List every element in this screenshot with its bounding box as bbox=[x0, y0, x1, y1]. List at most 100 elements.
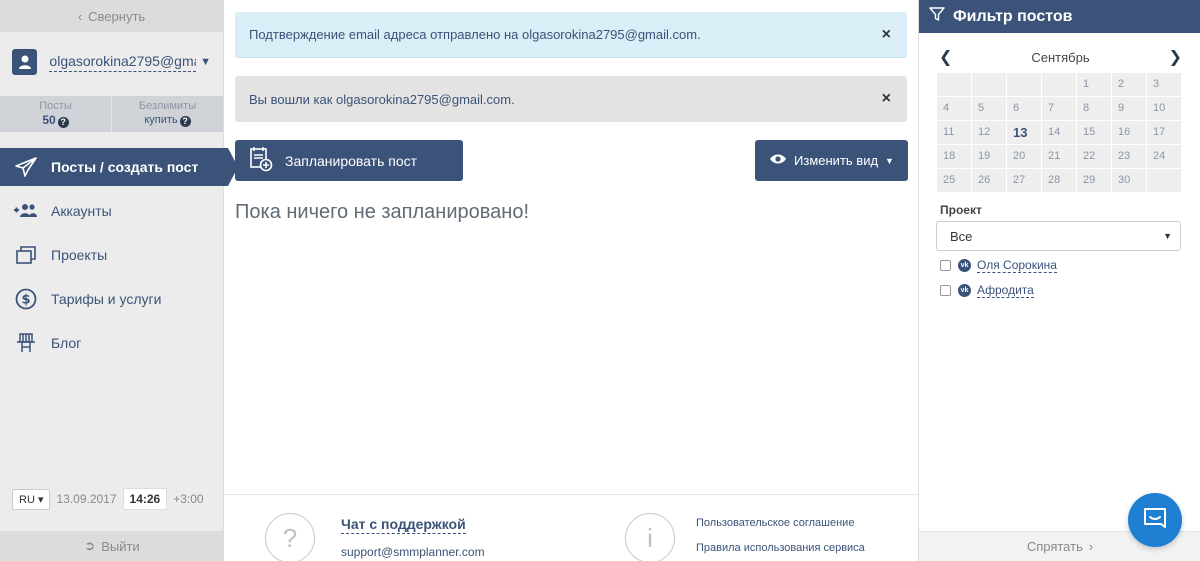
collapse-button[interactable]: ‹ Свернуть bbox=[0, 0, 223, 32]
nav-label: Блог bbox=[51, 335, 82, 351]
calendar-day bbox=[972, 73, 1006, 96]
calendar-day bbox=[1147, 169, 1181, 192]
question-icon[interactable]: ? bbox=[179, 116, 191, 127]
calendar-day[interactable]: 3 bbox=[1147, 73, 1181, 96]
support-email-link[interactable]: support@smmplanner.com bbox=[341, 545, 485, 559]
stat-unlimited[interactable]: Безлимиты купить? bbox=[111, 96, 223, 132]
account-filter-item[interactable]: vk Оля Сорокина bbox=[940, 258, 1057, 273]
calendar-day[interactable]: 26 bbox=[972, 169, 1006, 192]
calendar-day[interactable]: 19 bbox=[972, 145, 1006, 168]
calendar-day[interactable]: 17 bbox=[1147, 121, 1181, 144]
user-avatar-icon bbox=[12, 49, 38, 75]
buy-link[interactable]: купить bbox=[144, 114, 177, 126]
stat-unlimited-label: Безлимиты bbox=[138, 100, 197, 112]
calendar-add-icon bbox=[249, 146, 273, 175]
chat-widget-button[interactable] bbox=[1128, 493, 1182, 547]
service-rules-link[interactable]: Правила использования сервиса bbox=[696, 542, 865, 554]
stat-posts[interactable]: Посты 50? bbox=[0, 96, 111, 132]
question-icon[interactable]: ? bbox=[57, 117, 69, 128]
alert-text: Вы вошли как olgasorokina2795@gmail.com. bbox=[249, 91, 515, 107]
caret-down-icon: ▼ bbox=[885, 155, 894, 166]
account-filter-item[interactable]: vk Афродита bbox=[940, 283, 1034, 298]
calendar-day[interactable]: 10 bbox=[1147, 97, 1181, 120]
account-name[interactable]: Оля Сорокина bbox=[977, 258, 1057, 273]
calendar-grid: 1 2 3 4 5 6 7 8 9 10 11 12 13 14 15 16 17 18 19 20 21 22 23 24 2… bbox=[937, 73, 1182, 192]
logout-icon: ➲ bbox=[84, 538, 96, 553]
calendar-day[interactable]: 11 bbox=[937, 121, 971, 144]
project-select-value: Все bbox=[950, 228, 973, 244]
filter-icon bbox=[929, 6, 945, 27]
calendar-day[interactable]: 9 bbox=[1112, 97, 1146, 120]
stat-posts-value: 50 bbox=[42, 113, 56, 127]
calendar-day[interactable]: 12 bbox=[972, 121, 1006, 144]
language-select[interactable]: RU ▾ bbox=[12, 488, 51, 510]
logout-button[interactable]: ➲ Выйти bbox=[0, 531, 224, 561]
nav-item-accounts[interactable]: Аккаунты bbox=[0, 192, 223, 230]
calendar-day[interactable]: 24 bbox=[1147, 145, 1181, 168]
language-value: RU bbox=[19, 493, 35, 506]
alert-text: Подтверждение email адреса отправлено на… bbox=[249, 27, 701, 42]
folders-icon bbox=[14, 243, 38, 267]
account-checkbox[interactable] bbox=[940, 260, 951, 271]
close-icon[interactable]: × bbox=[882, 26, 891, 44]
question-circle-icon: ? bbox=[265, 513, 315, 561]
schedule-post-button[interactable]: Запланировать пост bbox=[235, 140, 463, 181]
account-checkbox[interactable] bbox=[940, 285, 951, 296]
calendar-day[interactable]: 18 bbox=[937, 145, 971, 168]
calendar-day bbox=[1007, 73, 1041, 96]
calendar-day[interactable]: 7 bbox=[1042, 97, 1076, 120]
close-icon[interactable]: × bbox=[882, 90, 891, 108]
nav-item-projects[interactable]: Проекты bbox=[0, 236, 223, 274]
info-circle-icon: i bbox=[625, 513, 675, 561]
vk-icon: vk bbox=[958, 259, 971, 272]
nav-label: Посты / создать пост bbox=[51, 159, 199, 175]
account-name[interactable]: Афродита bbox=[977, 283, 1034, 298]
svg-text:$: $ bbox=[21, 293, 30, 308]
chat-icon bbox=[1142, 506, 1168, 535]
calendar-day[interactable]: 15 bbox=[1077, 121, 1111, 144]
nav-item-tariffs[interactable]: $ Тарифы и услуги bbox=[0, 280, 223, 318]
next-month-icon[interactable]: ❯ bbox=[1169, 47, 1182, 67]
user-agreement-link[interactable]: Пользовательское соглашение bbox=[696, 517, 854, 529]
dollar-circle-icon: $ bbox=[14, 287, 38, 311]
calendar-day[interactable]: 27 bbox=[1007, 169, 1041, 192]
blog-icon bbox=[14, 331, 38, 355]
filter-header: Фильтр постов bbox=[919, 0, 1200, 33]
nav-item-posts[interactable]: Посты / создать пост bbox=[0, 148, 238, 186]
calendar-day[interactable]: 28 bbox=[1042, 169, 1076, 192]
chevron-right-icon: › bbox=[1088, 539, 1094, 554]
support-chat-link[interactable]: Чат с поддержкой bbox=[341, 516, 466, 534]
schedule-post-label: Запланировать пост bbox=[285, 152, 418, 169]
calendar-day[interactable]: 6 bbox=[1007, 97, 1041, 120]
change-view-button[interactable]: Изменить вид ▼ bbox=[755, 140, 908, 181]
calendar-day[interactable]: 5 bbox=[972, 97, 1006, 120]
calendar-day[interactable]: 30 bbox=[1112, 169, 1146, 192]
calendar-day[interactable]: 29 bbox=[1077, 169, 1111, 192]
calendar-day[interactable]: 13 bbox=[1007, 121, 1041, 144]
filter-panel: Фильтр постов ❮ Сентябрь ❯ 1 2 3 4 5 6 7 8 9 10 11… bbox=[918, 0, 1200, 561]
current-time: 14:26 bbox=[122, 488, 168, 510]
calendar-day[interactable]: 22 bbox=[1077, 145, 1111, 168]
nav-item-blog[interactable]: Блог bbox=[0, 324, 223, 362]
calendar-day[interactable]: 1 bbox=[1077, 73, 1111, 96]
calendar-day[interactable]: 14 bbox=[1042, 121, 1076, 144]
calendar-day[interactable]: 16 bbox=[1112, 121, 1146, 144]
current-date: 13.09.2017 bbox=[56, 492, 117, 506]
left-sidebar: ‹ Свернуть olgasorokina2795@gmail.com ▼ … bbox=[0, 0, 238, 561]
account-selector[interactable]: olgasorokina2795@gmail.com ▼ bbox=[0, 33, 223, 91]
calendar-day[interactable]: 25 bbox=[937, 169, 971, 192]
stats-bar: Посты 50? Безлимиты купить? bbox=[0, 96, 223, 132]
calendar-day[interactable]: 23 bbox=[1112, 145, 1146, 168]
users-add-icon bbox=[14, 199, 38, 223]
calendar-day[interactable]: 2 bbox=[1112, 73, 1146, 96]
empty-state-message: Пока ничего не запланировано! bbox=[235, 201, 530, 223]
project-select[interactable]: Все ▼ bbox=[936, 221, 1181, 251]
stat-posts-label: Посты bbox=[39, 100, 72, 112]
calendar-day[interactable]: 4 bbox=[937, 97, 971, 120]
alert-logged-in: Вы вошли как olgasorokina2795@gmail.com.… bbox=[235, 76, 907, 122]
prev-month-icon[interactable]: ❮ bbox=[939, 47, 952, 67]
calendar-day[interactable]: 8 bbox=[1077, 97, 1111, 120]
calendar-day[interactable]: 20 bbox=[1007, 145, 1041, 168]
calendar-day[interactable]: 21 bbox=[1042, 145, 1076, 168]
app: ‹ Свернуть olgasorokina2795@gmail.com ▼ … bbox=[0, 0, 1200, 561]
